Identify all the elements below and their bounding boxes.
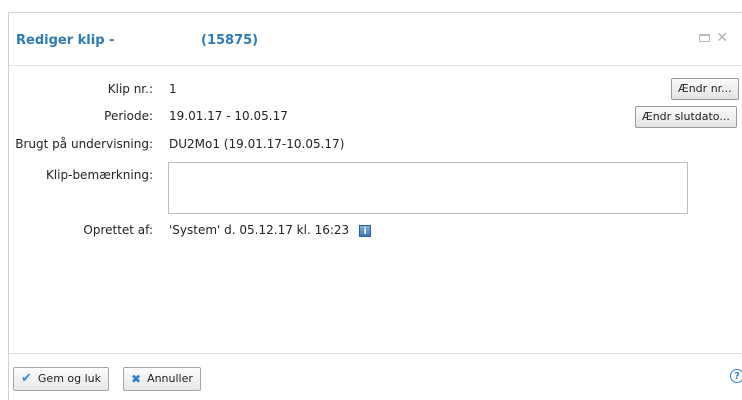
help-icon[interactable]: ? [730, 369, 742, 383]
annuller-label: Annuller [147, 372, 193, 385]
bemaerkning-label: Klip-bemærkning: [45, 168, 153, 182]
periode-label: Periode: [104, 109, 153, 123]
oprettet-label: Oprettet af: [83, 223, 153, 237]
brugt-row: Brugt på undervisning: DU2Mo1 (19.01.17-… [9, 135, 742, 153]
info-icon[interactable]: i [359, 224, 372, 237]
aendr-slutdato-button[interactable]: Ændr slutdato... [635, 106, 737, 128]
close-icon[interactable]: ✕ [716, 31, 728, 45]
edit-clip-dialog: Rediger klip - (15875) ✕ Klip nr.: 1 Ænd… [8, 12, 742, 400]
periode-value: 19.01.17 - 10.05.17 [169, 109, 288, 123]
maximize-icon[interactable] [699, 34, 711, 42]
klip-nr-label: Klip nr.: [107, 82, 153, 96]
window-controls: ✕ [699, 31, 728, 45]
aendr-nr-button[interactable]: Ændr nr... [671, 78, 739, 100]
gem-og-luk-button[interactable]: ✔ Gem og luk [13, 367, 110, 391]
klip-nr-row: Klip nr.: 1 [9, 80, 742, 98]
gem-og-luk-label: Gem og luk [37, 372, 102, 385]
klip-nr-value: 1 [169, 82, 177, 96]
brugt-value: DU2Mo1 (19.01.17-10.05.17) [169, 137, 345, 151]
x-icon: ✖ [131, 372, 142, 386]
dialog-title-id: (15875) [201, 33, 259, 48]
annuller-button[interactable]: ✖ Annuller [123, 367, 201, 391]
bemaerkning-textarea[interactable] [168, 162, 688, 214]
oprettet-value: 'System' d. 05.12.17 kl. 16:23 [169, 223, 350, 237]
dialog-titlebar: Rediger klip - (15875) ✕ [9, 13, 742, 66]
dialog-footer: ✔ Gem og luk ✖ Annuller ? [9, 353, 742, 400]
dialog-title: Rediger klip - [16, 33, 115, 48]
brugt-label: Brugt på undervisning: [15, 137, 153, 151]
check-icon: ✔ [21, 371, 32, 386]
periode-row: Periode: 19.01.17 - 10.05.17 [9, 107, 742, 125]
oprettet-row: Oprettet af: 'System' d. 05.12.17 kl. 16… [9, 221, 742, 239]
oprettet-value-wrap: 'System' d. 05.12.17 kl. 16:23 i [169, 221, 372, 239]
